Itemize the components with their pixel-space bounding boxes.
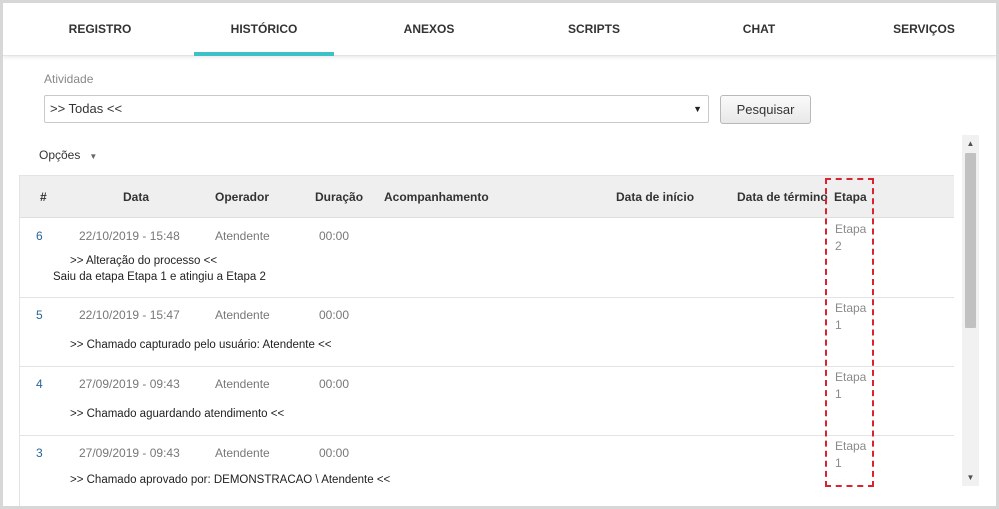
row-description: >> Chamado aprovado por: DEMONSTRACAO \ … — [70, 472, 390, 488]
header-data-inicio[interactable]: Data de início — [616, 190, 694, 204]
tab-anexos[interactable]: ANEXOS — [359, 3, 499, 55]
row-duration: 00:00 — [319, 377, 350, 391]
activity-label: Atividade — [44, 72, 94, 86]
tab-servicos[interactable]: SERVIÇOS — [854, 3, 994, 55]
row-stage: Etapa 1 — [835, 301, 867, 332]
row-description-line: >> Chamado aprovado por: DEMONSTRACAO \ … — [70, 474, 391, 486]
row-stage: Etapa 2 — [835, 222, 867, 253]
row-number[interactable]: 3 — [36, 446, 43, 460]
table-row[interactable]: 5 22/10/2019 - 15:47 Atendente 00:00 Eta… — [20, 298, 954, 367]
vertical-scrollbar[interactable]: ▲ ▼ — [962, 135, 979, 486]
header-etapa[interactable]: Etapa — [834, 190, 867, 204]
table-row[interactable]: 4 27/09/2019 - 09:43 Atendente 00:00 Eta… — [20, 367, 954, 436]
options-label: Opções — [39, 148, 81, 162]
options-menu[interactable]: Opções ▼ — [39, 148, 97, 162]
row-operator: Atendente — [215, 446, 270, 460]
row-stage: Etapa 1 — [835, 370, 867, 401]
tab-bar: REGISTRO HISTÓRICO ANEXOS SCRIPTS CHAT S… — [3, 3, 996, 56]
header-operador[interactable]: Operador — [215, 190, 269, 204]
row-number[interactable]: 5 — [36, 308, 43, 322]
row-description-line: >> Chamado aguardando atendimento << — [70, 408, 285, 420]
scroll-down-arrow-icon[interactable]: ▼ — [962, 469, 979, 486]
table-row[interactable]: 6 22/10/2019 - 15:48 Atendente 00:00 Eta… — [20, 218, 954, 298]
row-duration: 00:00 — [319, 229, 350, 243]
row-description: >> Chamado aguardando atendimento << — [70, 406, 284, 422]
row-date: 22/10/2019 - 15:47 — [79, 308, 180, 322]
header-duracao[interactable]: Duração — [315, 190, 363, 204]
triangle-down-icon: ▼ — [693, 104, 702, 114]
row-operator: Atendente — [215, 377, 270, 391]
row-number[interactable]: 4 — [36, 377, 43, 391]
scrollbar-thumb[interactable] — [965, 153, 976, 328]
row-description-line: >> Alteração do processo << — [70, 255, 218, 267]
row-description-line: >> Chamado capturado pelo usuário: Atend… — [70, 339, 332, 351]
scroll-up-arrow-icon[interactable]: ▲ — [962, 135, 979, 152]
header-num[interactable]: # — [40, 190, 47, 204]
row-stage: Etapa 1 — [835, 439, 867, 470]
row-description: >> Chamado capturado pelo usuário: Atend… — [70, 337, 332, 353]
row-date: 27/09/2019 - 09:43 — [79, 446, 180, 460]
row-description: >> Alteração do processo << Saiu da etap… — [53, 253, 283, 285]
tab-scripts[interactable]: SCRIPTS — [524, 3, 664, 55]
row-description-line: Saiu da etapa Etapa 1 e atingiu a Etapa … — [53, 271, 266, 283]
tab-chat[interactable]: CHAT — [689, 3, 829, 55]
row-operator: Atendente — [215, 229, 270, 243]
activity-select-value: >> Todas << — [50, 101, 123, 116]
history-table: # Data Operador Duração Acompanhamento D… — [19, 175, 954, 506]
caret-down-icon: ▼ — [89, 152, 98, 161]
header-data-termino[interactable]: Data de término — [737, 190, 828, 204]
row-operator: Atendente — [215, 308, 270, 322]
row-date: 27/09/2019 - 09:43 — [79, 377, 180, 391]
row-duration: 00:00 — [319, 308, 350, 322]
table-row[interactable]: 3 27/09/2019 - 09:43 Atendente 00:00 Eta… — [20, 436, 954, 506]
history-panel: REGISTRO HISTÓRICO ANEXOS SCRIPTS CHAT S… — [3, 3, 996, 506]
header-acompanhamento[interactable]: Acompanhamento — [384, 190, 489, 204]
table-header: # Data Operador Duração Acompanhamento D… — [20, 175, 954, 218]
tab-registro[interactable]: REGISTRO — [30, 3, 170, 55]
activity-select[interactable]: >> Todas << ▼ — [44, 95, 709, 123]
row-number[interactable]: 6 — [36, 229, 43, 243]
row-date: 22/10/2019 - 15:48 — [79, 229, 180, 243]
search-button[interactable]: Pesquisar — [720, 95, 811, 124]
tab-historico[interactable]: HISTÓRICO — [194, 3, 334, 56]
header-data[interactable]: Data — [123, 190, 149, 204]
row-duration: 00:00 — [319, 446, 350, 460]
